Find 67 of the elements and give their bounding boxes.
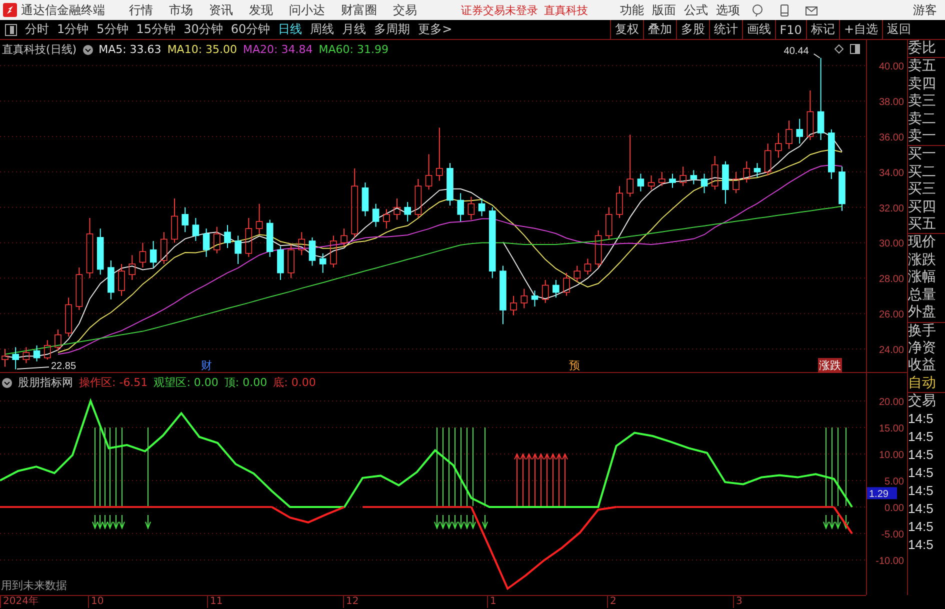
quote-label: 卖二 xyxy=(908,110,937,128)
trade-time: 14:5 xyxy=(908,428,934,446)
indicator-title: 股朋指标网 xyxy=(18,375,73,390)
indicator-tick: 15.00 xyxy=(878,424,904,434)
time-axis-label: 3 xyxy=(733,596,742,608)
price-tick: 30.00 xyxy=(878,238,904,250)
time-axis-label: 12 xyxy=(343,596,359,608)
trade-time: 14:5 xyxy=(908,482,934,500)
quote-label: 换手 xyxy=(908,322,937,340)
trade-time: 14:5 xyxy=(908,446,934,464)
ma-legend: MA10: 35.00 xyxy=(167,43,238,56)
quote-label: 现价 xyxy=(908,234,937,252)
time-axis-label: 1 xyxy=(487,596,496,608)
indicator-value: 观望区: 0.00 xyxy=(154,375,218,390)
app-title: 通达信金融终端 xyxy=(21,2,105,18)
quote-label: 买三 xyxy=(908,181,937,199)
time-axis-label: 2 xyxy=(607,596,616,608)
indicator-value: 顶: 0.00 xyxy=(224,375,268,390)
quote-label: 总量 xyxy=(908,286,937,304)
quote-label: 卖五 xyxy=(908,58,937,76)
stock-name: 直真科技 xyxy=(544,2,588,18)
login-status: 证券交易未登录 xyxy=(461,2,538,18)
indicator-tick: 20.00 xyxy=(878,397,904,408)
price-tick: 28.00 xyxy=(878,274,904,286)
time-axis-label: 10 xyxy=(88,596,104,608)
quote-label: 买一 xyxy=(908,146,937,164)
price-tick: 40.00 xyxy=(878,62,904,73)
price-tick: 34.00 xyxy=(878,168,904,179)
ma-legend: MA20: 34.84 xyxy=(243,43,313,56)
indicator-note: 用到未来数据 xyxy=(1,578,67,593)
trade-time: 14:5 xyxy=(908,464,934,482)
chart-title: 直真科技(日线) xyxy=(2,42,77,57)
price-tick: 26.00 xyxy=(878,310,904,321)
quote-label: 买五 xyxy=(908,216,945,234)
quote-label: 卖四 xyxy=(908,76,937,94)
indicator-value: 底: 0.00 xyxy=(273,375,316,390)
indicator-tick: 5.00 xyxy=(884,476,904,488)
current-value-tag: 1.29 xyxy=(867,487,897,500)
indicator-value: 操作区: -6.51 xyxy=(79,375,148,390)
indicator-tick: -5.00 xyxy=(881,530,904,540)
trade-time: 14:5 xyxy=(908,500,934,518)
price-tick: 36.00 xyxy=(878,132,904,144)
quote-label: 涨幅 xyxy=(908,269,937,287)
time-axis-label: 11 xyxy=(207,596,223,608)
quote-label: 收益 xyxy=(908,357,937,375)
quote-label: 买二 xyxy=(908,164,937,182)
quote-label: 委比 xyxy=(908,40,945,58)
indicator-tick: 0.00 xyxy=(884,503,904,514)
quote-label: 净资 xyxy=(908,340,937,358)
indicator-tick: 10.00 xyxy=(878,450,904,461)
indicator-tick: -10.00 xyxy=(876,556,904,568)
low-price-label: 22.85 xyxy=(51,361,76,372)
time-axis-label: 2024年 xyxy=(0,596,38,608)
quote-label: 卖三 xyxy=(908,93,937,111)
price-tick: 24.00 xyxy=(878,344,904,356)
price-tick: 32.00 xyxy=(878,203,904,214)
quote-label: 外盘 xyxy=(908,304,945,322)
trade-time: 14:5 xyxy=(908,518,934,536)
ma-legend: MA60: 31.99 xyxy=(318,43,388,56)
price-tick: 38.00 xyxy=(878,97,904,108)
quote-label: 涨跌 xyxy=(908,252,937,270)
ma-legend: MA5: 33.63 xyxy=(98,43,162,56)
trade-time: 14:5 xyxy=(908,536,934,554)
quote-label: 卖一 xyxy=(908,128,945,146)
high-price-label: 40.44 xyxy=(784,46,809,57)
quote-label: 买四 xyxy=(908,198,937,216)
trade-time: 14:5 xyxy=(908,410,934,428)
